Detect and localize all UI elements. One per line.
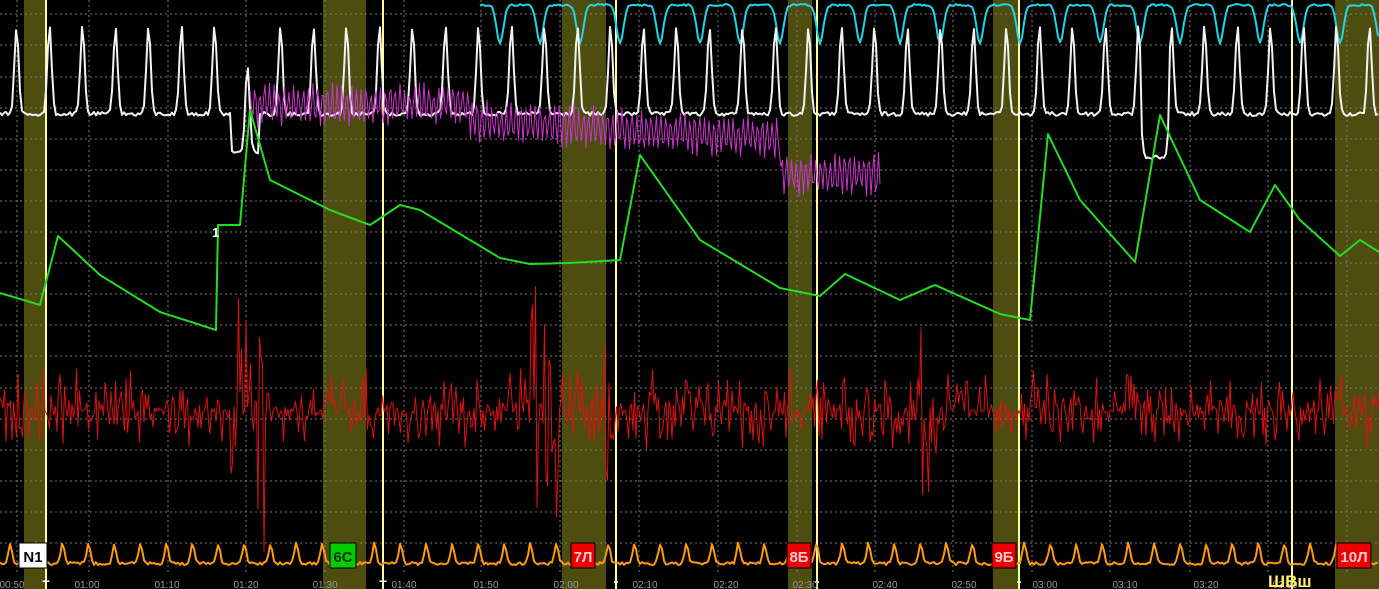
time-tick-label: 01:10 [154, 580, 179, 589]
time-tick-label: 01:40 [391, 580, 416, 589]
event-marker[interactable]: 7Л [570, 542, 596, 569]
time-tick-label: 00:50 [0, 580, 25, 589]
time-tick-label: 01:50 [473, 580, 498, 589]
highlight-band [562, 0, 606, 589]
event-marker[interactable]: 8Б [786, 542, 812, 569]
time-tick-label: 02:00 [553, 580, 578, 589]
time-tick-label: 02:40 [872, 580, 897, 589]
time-tick-label: 01:20 [233, 580, 258, 589]
time-tick-label: 02:30 [792, 580, 817, 589]
minus-mark: - [614, 573, 619, 589]
time-tick-label: 02:20 [713, 580, 738, 589]
event-marker-label: 6C [333, 549, 352, 566]
time-tick-label: 03:00 [1032, 580, 1057, 589]
time-tick-label: 02:50 [951, 580, 976, 589]
event-marker-label: N1 [23, 549, 42, 566]
event-marker-label: 7Л [574, 549, 593, 566]
event-marker[interactable]: 9Б [991, 542, 1017, 569]
status-text: ШВш [1268, 572, 1312, 589]
event-marker[interactable]: 6C [329, 542, 357, 569]
highlight-band [323, 0, 366, 589]
minus-mark: - [1017, 573, 1022, 589]
plus-mark: + [42, 573, 50, 589]
time-tick-label: 01:00 [74, 580, 99, 589]
trace-annotation: 1 [212, 225, 219, 240]
time-tick-label: 03:10 [1112, 580, 1137, 589]
event-marker-label: 9Б [994, 549, 1013, 566]
event-marker[interactable]: N1 [18, 542, 48, 569]
event-marker-label: 10Л [1340, 549, 1367, 566]
plus-mark: + [379, 573, 387, 589]
time-tick-label: 01:30 [312, 580, 337, 589]
event-marker-label: 8Б [789, 549, 808, 566]
event-marker[interactable]: 10Л [1336, 542, 1372, 569]
time-tick-label: 02:10 [632, 580, 657, 589]
time-tick-label: 03:20 [1193, 580, 1218, 589]
polygraph-viewer[interactable]: N1 6C 7Л 8Б 9Б 10Л+ + - - - 00:50 01:00 01:10 01:20 0… [0, 0, 1379, 589]
